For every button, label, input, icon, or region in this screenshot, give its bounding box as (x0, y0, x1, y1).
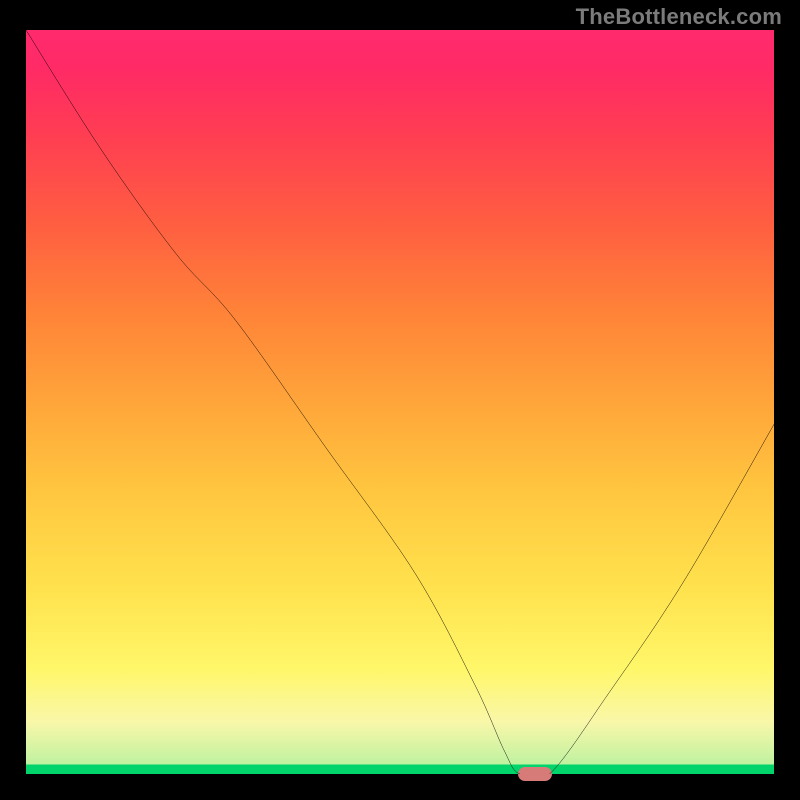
chart-container: TheBottleneck.com (0, 0, 800, 800)
plot-area (26, 30, 774, 774)
watermark-text: TheBottleneck.com (576, 4, 782, 30)
bottleneck-curve (26, 30, 774, 774)
